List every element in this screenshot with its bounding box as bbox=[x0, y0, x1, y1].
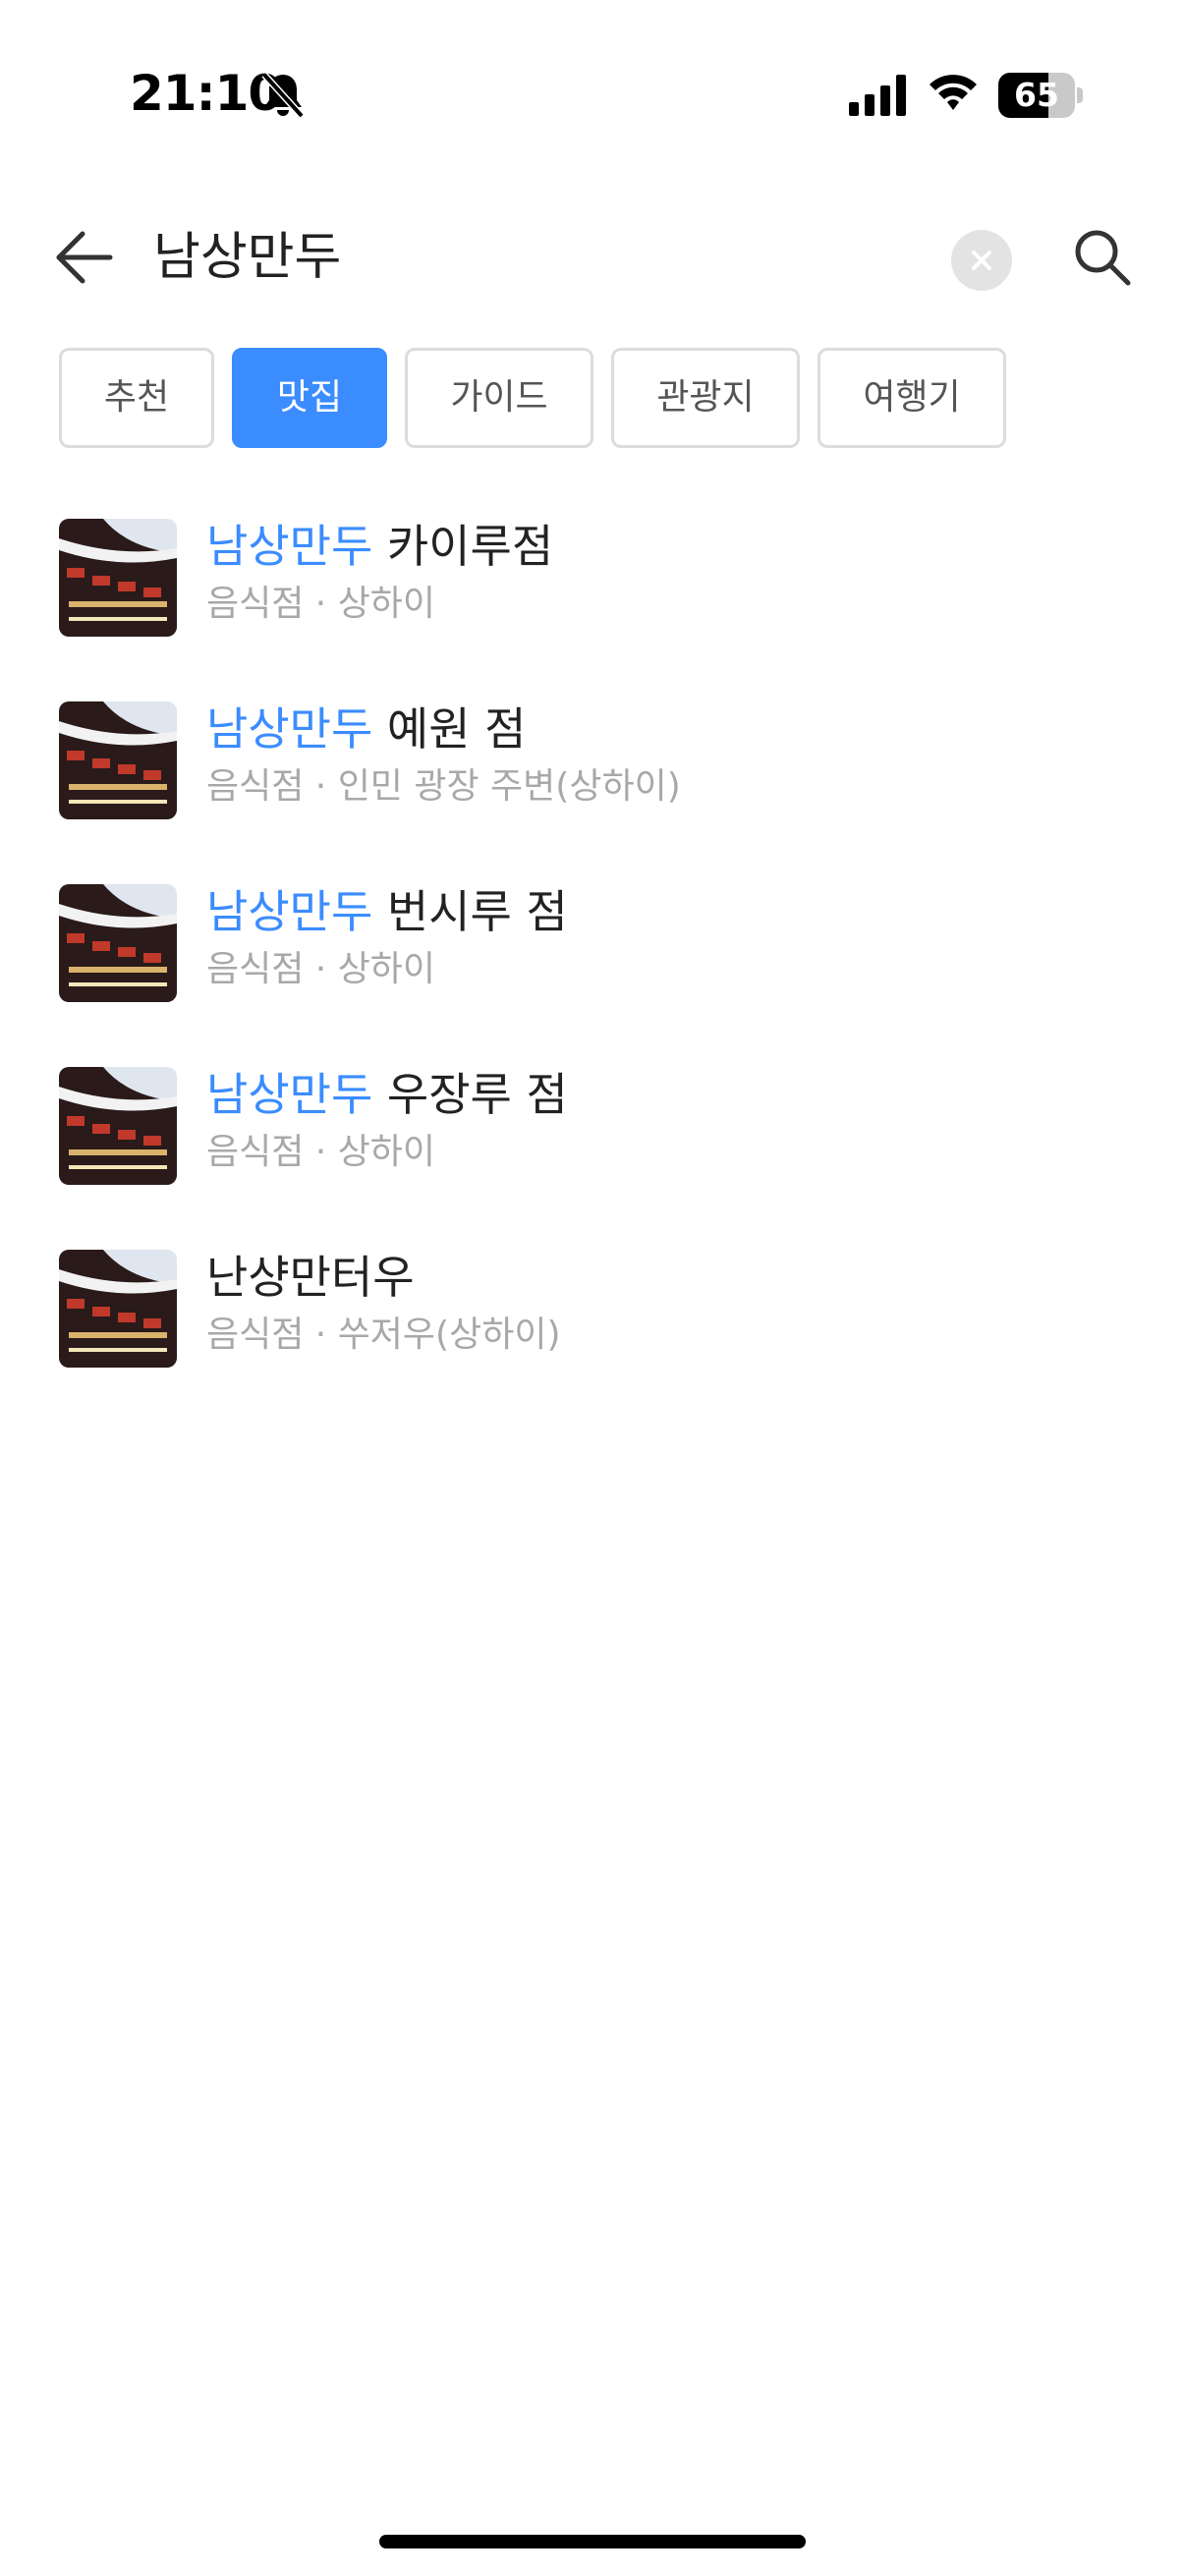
result-name-rest: 번시루 점 bbox=[372, 885, 568, 938]
result-meta: 음식점 · 인민 광장 주변(상하이) bbox=[206, 766, 681, 807]
tab-guide[interactable]: 가이드 bbox=[405, 348, 593, 448]
result-name-rest: 예원 점 bbox=[372, 702, 527, 756]
result-thumbnail bbox=[59, 701, 177, 819]
battery-indicator: 65 bbox=[998, 73, 1083, 118]
result-name-rest: 난샹만터우 bbox=[206, 1251, 415, 1304]
search-input[interactable]: 남상만두 bbox=[153, 228, 341, 287]
result-name-rest: 카이루점 bbox=[372, 520, 554, 573]
result-name: 남상만두 카이루점 bbox=[206, 517, 553, 576]
result-thumbnail bbox=[59, 519, 177, 637]
result-name: 남상만두 번시루 점 bbox=[206, 882, 568, 941]
battery-level: 65 bbox=[1014, 76, 1059, 114]
tab-travelogue[interactable]: 여행기 bbox=[818, 348, 1006, 448]
screen: 21:10 65 남상만두 추천 맛집 가이드 관광지 여행기 남상만두 카이루… bbox=[0, 0, 1185, 2576]
tab-attractions[interactable]: 관광지 bbox=[611, 348, 800, 448]
back-arrow-icon[interactable] bbox=[53, 226, 116, 289]
clear-search-button[interactable] bbox=[951, 230, 1012, 291]
status-bar: 21:10 65 bbox=[0, 0, 1185, 187]
result-name-rest: 우장루 점 bbox=[372, 1068, 568, 1121]
tab-restaurants[interactable]: 맛집 bbox=[232, 348, 387, 448]
bell-slash-icon bbox=[261, 72, 305, 119]
result-thumbnail bbox=[59, 1067, 177, 1185]
result-thumbnail bbox=[59, 1250, 177, 1368]
result-item[interactable]: 남상만두 번시루 점 음식점 · 상하이 bbox=[59, 876, 1140, 1002]
cellular-signal-icon bbox=[849, 75, 906, 116]
result-name-highlight: 남상만두 bbox=[206, 520, 373, 573]
wifi-icon bbox=[930, 75, 977, 110]
result-name: 남상만두 우장루 점 bbox=[206, 1065, 568, 1124]
tab-recommended[interactable]: 추천 bbox=[59, 348, 214, 448]
result-name-highlight: 남상만두 bbox=[206, 885, 373, 938]
result-name-highlight: 남상만두 bbox=[206, 702, 373, 756]
result-thumbnail bbox=[59, 884, 177, 1002]
home-indicator[interactable] bbox=[379, 2535, 806, 2548]
result-item[interactable]: 남상만두 카이루점 음식점 · 상하이 bbox=[59, 511, 1140, 637]
result-name: 난샹만터우 bbox=[206, 1248, 415, 1307]
result-meta: 음식점 · 상하이 bbox=[206, 1132, 436, 1172]
result-meta: 음식점 · 상하이 bbox=[206, 584, 436, 624]
result-meta: 음식점 · 상하이 bbox=[206, 949, 436, 989]
status-time: 21:10 bbox=[130, 65, 282, 122]
result-name: 남상만두 예원 점 bbox=[206, 700, 527, 758]
result-item[interactable]: 남상만두 우장루 점 음식점 · 상하이 bbox=[59, 1059, 1140, 1185]
result-meta: 음식점 · 쑤저우(상하이) bbox=[206, 1315, 561, 1355]
result-item[interactable]: 남상만두 예원 점 음식점 · 인민 광장 주변(상하이) bbox=[59, 694, 1140, 819]
result-item[interactable]: 난샹만터우 음식점 · 쑤저우(상하이) bbox=[59, 1242, 1140, 1368]
result-name-highlight: 남상만두 bbox=[206, 1068, 373, 1121]
close-icon bbox=[972, 251, 991, 270]
search-icon[interactable] bbox=[1071, 226, 1134, 289]
